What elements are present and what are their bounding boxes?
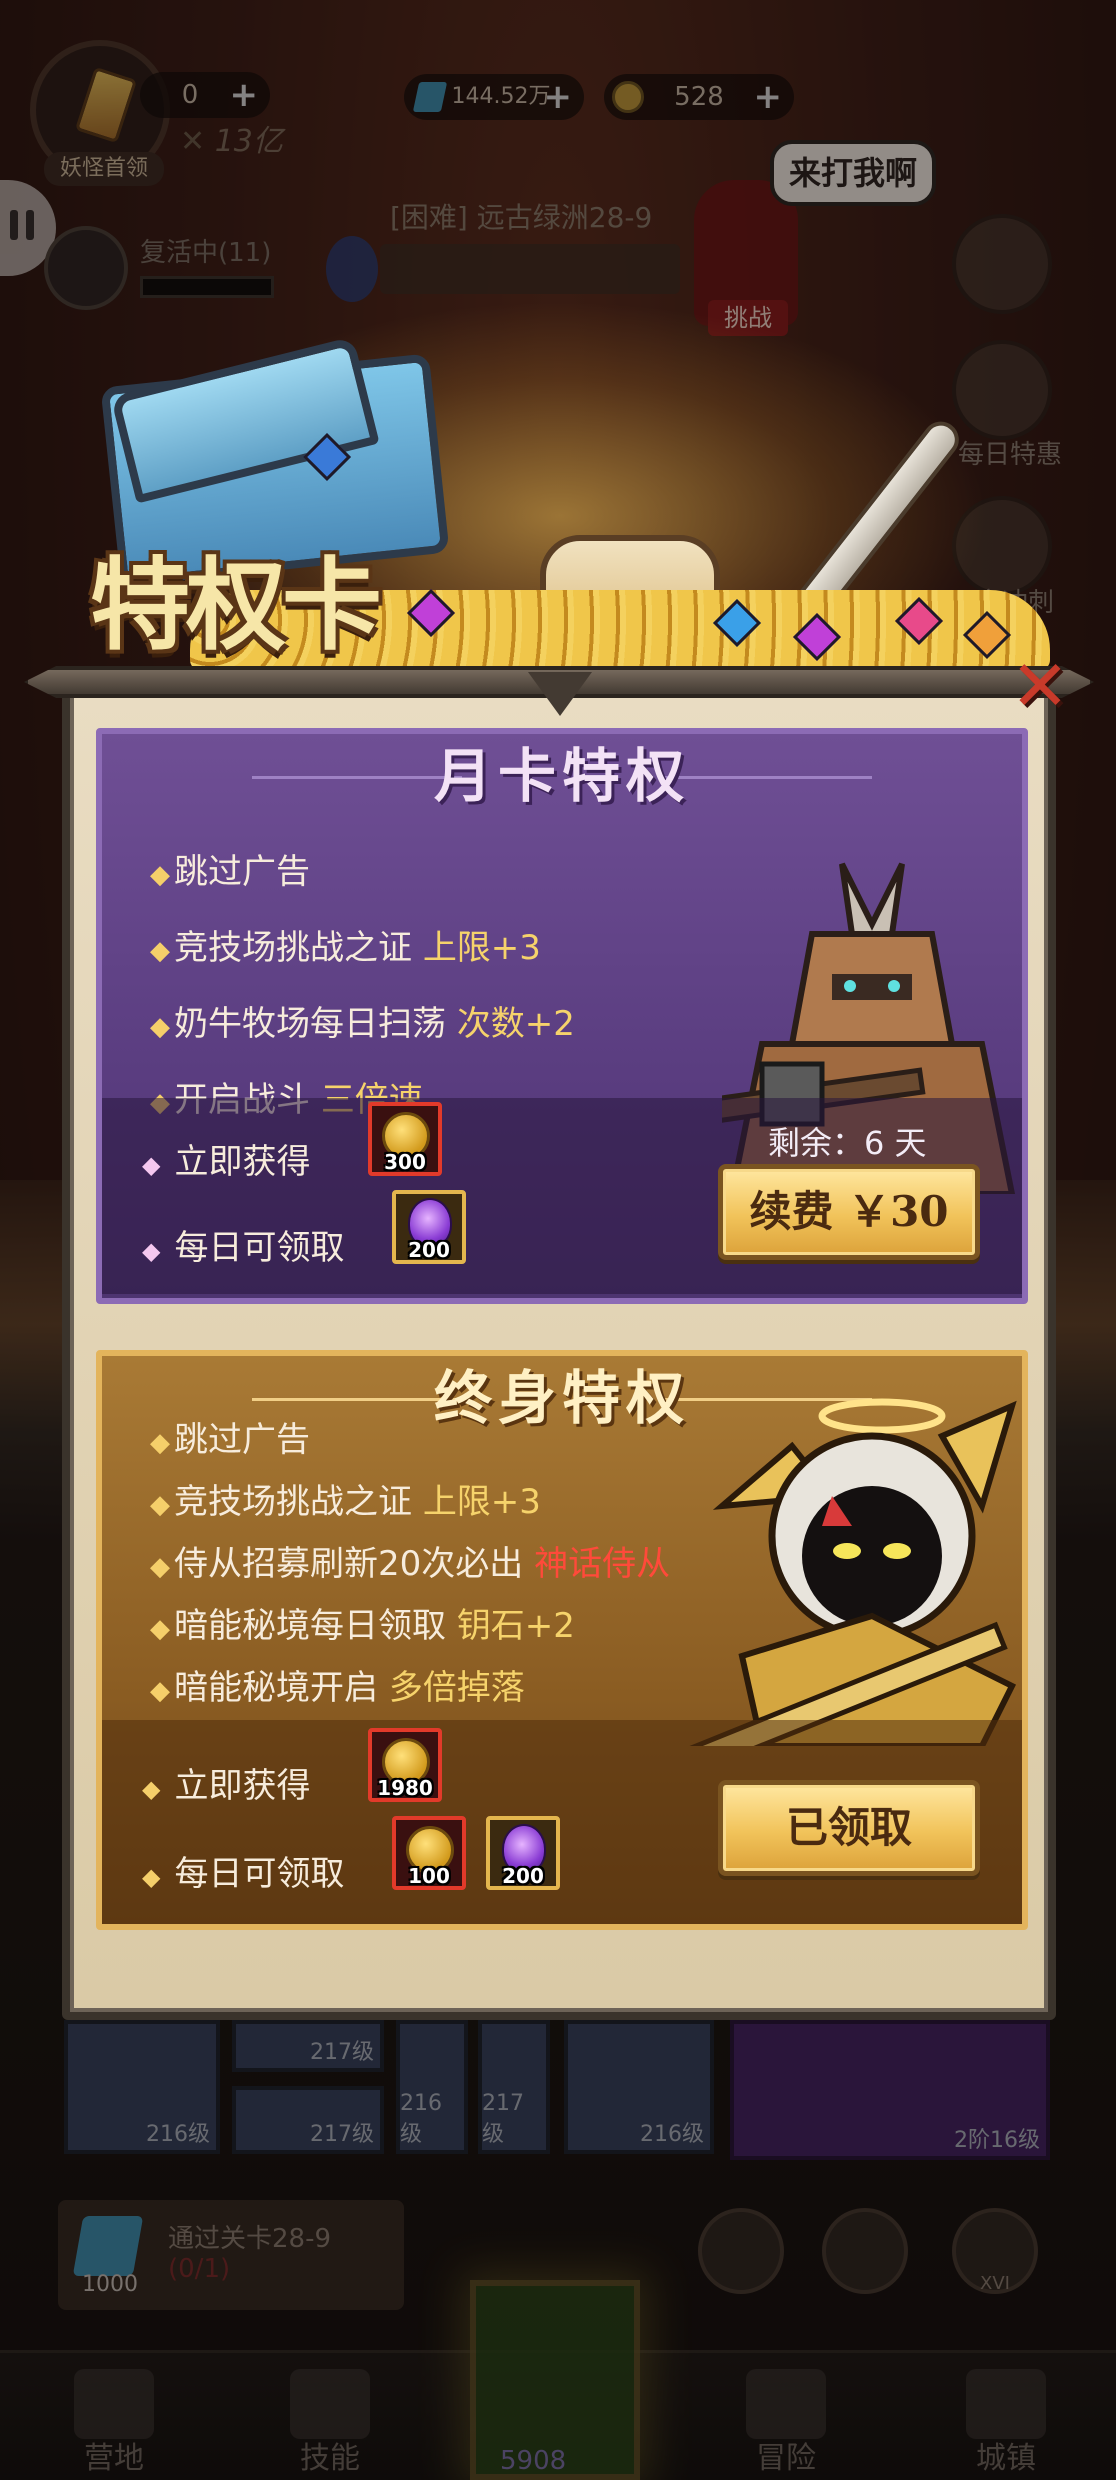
lifetime-card-panel: 终身特权 ◆ 跳过广告 ◆ 竞技场挑战之证 上限+3 ◆ 侍从招募刷新20次必出 神话… <box>96 1350 1028 1930</box>
daily-reward-label: ◆ 每日可领取 <box>142 1228 345 1268</box>
golden-hero-character-image <box>686 1398 1017 1746</box>
monthly-perk: ◆ 竞技场挑战之证 上限+3 <box>150 928 541 968</box>
monthly-perk: ◆ 跳过广告 <box>150 852 310 892</box>
lifetime-perk: ◆ 跳过广告 <box>150 1420 310 1460</box>
soul-orb-item[interactable]: 200 <box>392 1190 466 1264</box>
skull-coin-item[interactable]: 100 <box>392 1816 466 1890</box>
monthly-card-panel: 月卡特权 ◆ 跳过广告 ◆ 竞技场挑战之证 上限+3 ◆ 奶牛牧场每日扫荡 次数+2 … <box>96 728 1028 1304</box>
instant-reward-label: ◆ 立即获得 <box>142 1142 311 1182</box>
monthly-perk: ◆ 奶牛牧场每日扫荡 次数+2 <box>150 1004 575 1044</box>
lifetime-perk: ◆ 暗能秘境开启 多倍掉落 <box>150 1668 525 1708</box>
lifetime-perk: ◆ 竞技场挑战之证 上限+3 <box>150 1482 541 1522</box>
remaining-days: 剩余：6 天 <box>768 1124 927 1162</box>
skull-coin-item[interactable]: 300 <box>368 1102 442 1176</box>
instant-reward-label: ◆ 立即获得 <box>142 1766 311 1806</box>
monthly-reward-band: ◆ 立即获得 300 ◆ 每日可领取 200 剩余：6 天 续费 ￥30 <box>102 1098 1022 1294</box>
privilege-card-title: 特权卡 <box>90 546 382 664</box>
item-count: 100 <box>408 1864 450 1888</box>
soul-orb-item[interactable]: 200 <box>486 1816 560 1890</box>
lifetime-perk: ◆ 侍从招募刷新20次必出 神话侍从 <box>150 1544 671 1584</box>
skull-coin-item[interactable]: 1980 <box>368 1728 442 1802</box>
item-count: 300 <box>384 1150 426 1174</box>
close-icon[interactable]: ✕ <box>1006 651 1074 724</box>
item-count: 200 <box>408 1238 450 1262</box>
renew-button[interactable]: 续费 ￥30 <box>718 1164 980 1260</box>
monthly-card-title: 月卡特权 <box>433 742 690 810</box>
item-count: 1980 <box>377 1776 433 1800</box>
item-count: 200 <box>502 1864 544 1888</box>
lifetime-perk: ◆ 暗能秘境每日领取 钥石+2 <box>150 1606 575 1646</box>
claimed-button[interactable]: 已领取 <box>718 1780 980 1876</box>
lifetime-reward-band: ◆ 立即获得 1980 ◆ 每日可领取 100 200 已领取 <box>102 1720 1022 1924</box>
daily-reward-label: ◆ 每日可领取 <box>142 1854 345 1894</box>
